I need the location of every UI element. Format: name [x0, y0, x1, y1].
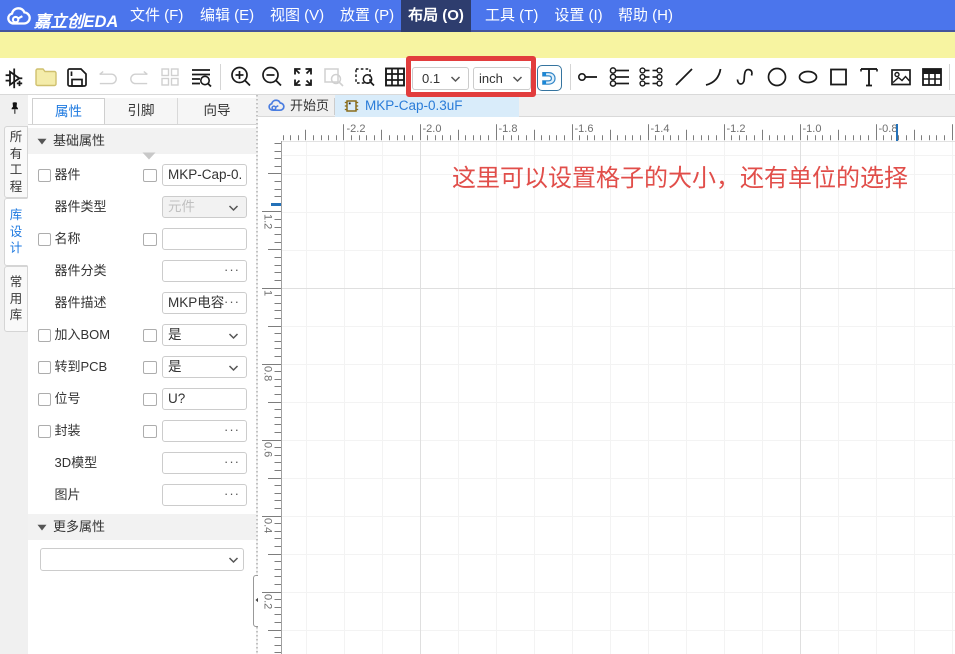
svg-text:-1.6: -1.6	[575, 123, 594, 135]
svg-text:0.8: 0.8	[262, 366, 274, 381]
svg-text:0.2: 0.2	[262, 594, 274, 609]
svg-text:-1.2: -1.2	[727, 123, 746, 135]
svg-text:1.2: 1.2	[262, 214, 274, 229]
svg-text:-2.2: -2.2	[347, 123, 366, 135]
svg-text:-1.0: -1.0	[803, 123, 822, 135]
svg-text:0.4: 0.4	[262, 518, 274, 533]
svg-text:-1.4: -1.4	[651, 123, 670, 135]
svg-text:-1.8: -1.8	[499, 123, 518, 135]
svg-text:0.6: 0.6	[262, 442, 274, 457]
svg-text:1: 1	[262, 290, 274, 296]
svg-text:-2.0: -2.0	[423, 123, 442, 135]
